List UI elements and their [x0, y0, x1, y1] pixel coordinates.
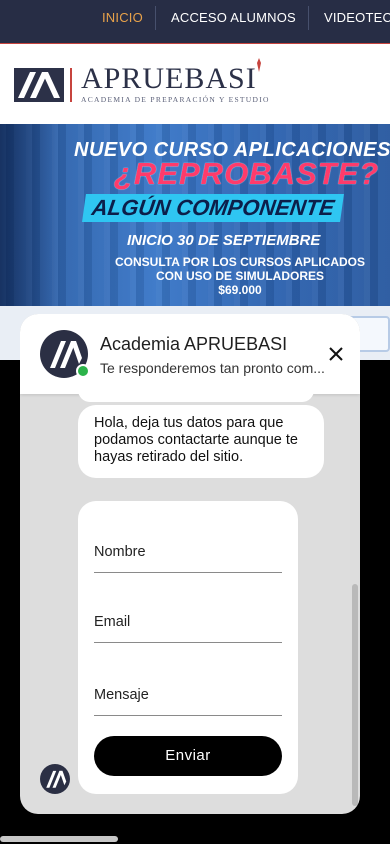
name-field-label: Nombre — [94, 544, 146, 560]
banner-question: ¿REPROBASTE? — [114, 156, 380, 191]
academy-logo-icon — [46, 770, 67, 788]
contact-form: Nombre Email Mensaje Enviar — [78, 501, 298, 794]
banner-start-date: INICIO 30 DE SEPTIEMBRE — [127, 232, 321, 249]
nav-accent-line — [0, 43, 390, 44]
brand-tagline: ACADEMIA DE PREPARACIÓN Y ESTUDIO — [81, 95, 270, 104]
banner-details: CONSULTA POR LOS CURSOS APLICADOS CON US… — [100, 255, 380, 297]
nav-separator — [308, 6, 309, 30]
email-field[interactable]: Email — [94, 605, 282, 643]
banner-shade — [0, 124, 60, 306]
message-field-label: Mensaje — [94, 687, 149, 703]
nav-separator — [155, 6, 156, 30]
chat-message: Hola, deja tus datos para que podamos co… — [78, 405, 324, 478]
chat-widget: Academia APRUEBASI Te responderemos tan … — [20, 314, 360, 814]
nav-item-acceso-alumnos[interactable]: ACCESO ALUMNOS — [171, 10, 296, 25]
logo-divider — [70, 68, 72, 102]
online-status-indicator — [76, 364, 90, 378]
promo-banner[interactable]: NUEVO CURSO APLICACIONES ¿REPROBASTE? AL… — [0, 124, 390, 306]
chat-header: Academia APRUEBASI Te responderemos tan … — [20, 314, 360, 394]
close-icon[interactable] — [324, 342, 348, 366]
brand-logo-icon — [14, 68, 64, 102]
chat-title: Academia APRUEBASI — [100, 334, 288, 354]
message-field[interactable]: Mensaje — [94, 675, 282, 716]
email-field-label: Email — [94, 614, 131, 630]
page-horizontal-scrollbar[interactable] — [0, 836, 118, 842]
top-nav: INICIO ACCESO ALUMNOS VIDEOTECA — [0, 0, 390, 44]
name-field[interactable]: Nombre — [94, 535, 282, 573]
banner-price: $69.000 — [218, 283, 262, 297]
brand-name: APRUEBASI — [81, 62, 257, 95]
banner-detail-line: CON USO DE SIMULADORES — [155, 269, 324, 283]
send-button[interactable]: Enviar — [94, 736, 282, 776]
nav-item-videoteca[interactable]: VIDEOTECA — [324, 10, 390, 25]
banner-highlight: ALGÚN COMPONENTE — [82, 194, 344, 222]
chat-scrollbar[interactable] — [352, 584, 358, 806]
brand-accent-icon — [257, 58, 261, 72]
nav-item-inicio[interactable]: INICIO — [102, 10, 143, 25]
banner-detail-line: CONSULTA POR LOS CURSOS APLICADOS — [114, 255, 365, 269]
header-logo[interactable]: APRUEBASI ACADEMIA DE PREPARACIÓN Y ESTU… — [0, 46, 390, 124]
previous-message-bubble — [78, 390, 314, 402]
chat-mini-avatar — [40, 764, 70, 794]
chat-subtitle: Te responderemos tan pronto com... — [100, 360, 325, 376]
